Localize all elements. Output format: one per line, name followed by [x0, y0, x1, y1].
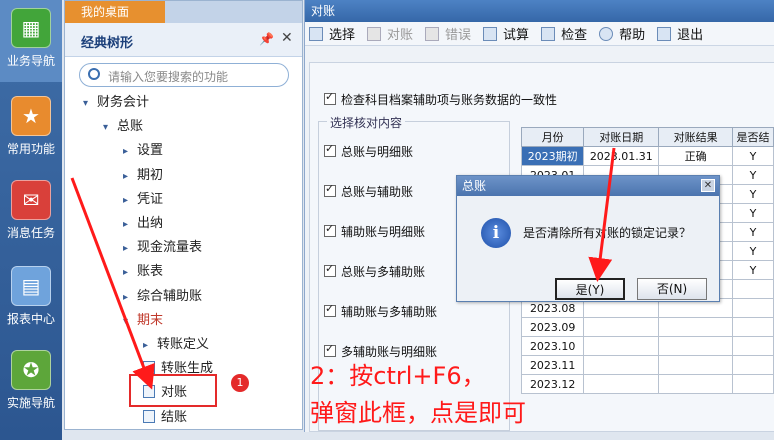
annotation-arrows: [70, 147, 616, 390]
arrow-to-yes-button: [588, 147, 616, 282]
arrow-to-reconcile-node: [70, 177, 155, 390]
